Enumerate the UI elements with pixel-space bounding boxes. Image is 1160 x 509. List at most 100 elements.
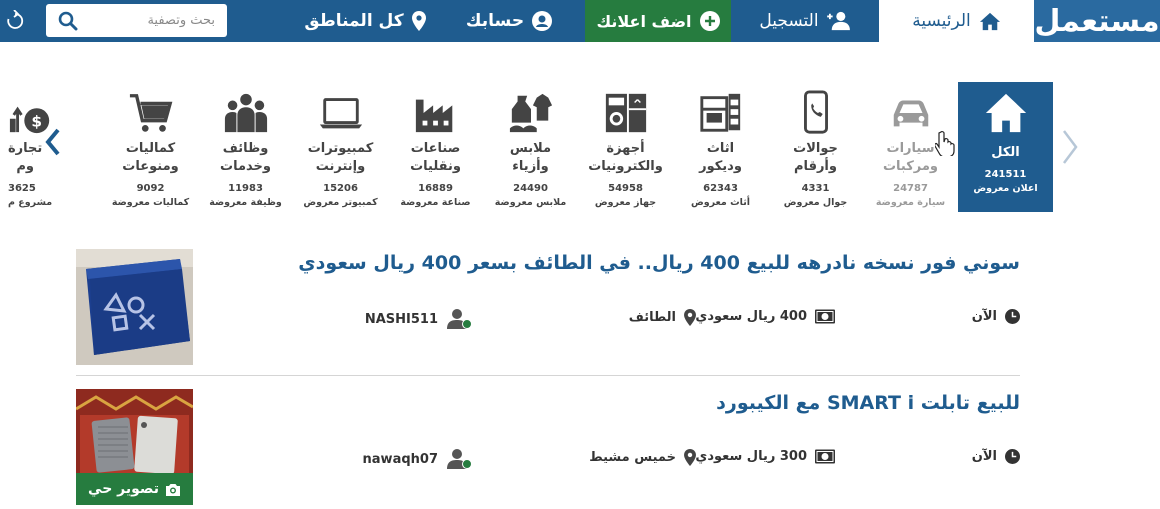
appliances-icon bbox=[605, 93, 646, 133]
category-name-part: وديكور bbox=[699, 159, 742, 174]
category-industry[interactable]: صناعات ونقليات 16889 صناعة معروضة bbox=[388, 82, 483, 212]
factory-icon bbox=[415, 99, 452, 133]
location-pin-icon bbox=[684, 309, 696, 326]
category-phones[interactable]: جوالات وأرقام 4331 جوال معروض bbox=[768, 82, 863, 212]
listing-user[interactable]: nawaqh07 bbox=[363, 449, 472, 469]
listing-item[interactable]: سوني فور نسخه نادرهه للبيع 400 ريال.. في… bbox=[76, 249, 1020, 376]
nav-account[interactable]: حسابك bbox=[454, 0, 564, 42]
nav-home[interactable]: الرئيسية bbox=[879, 0, 1034, 42]
live-photo-label: تصوير حي bbox=[88, 481, 159, 497]
location-pin-icon bbox=[684, 449, 696, 466]
listing-city-text: الطائف bbox=[628, 310, 676, 325]
search-box bbox=[46, 4, 227, 37]
category-count: 54958 bbox=[608, 183, 643, 194]
live-photo-badge: تصوير حي bbox=[76, 473, 193, 505]
nav-regions[interactable]: كل المناطق bbox=[296, 0, 434, 42]
category-clothes[interactable]: ملابس وأزياء 24490 ملابس معروضة bbox=[483, 82, 578, 212]
category-name-part: وأرقام bbox=[794, 159, 837, 174]
category-all[interactable]: الكل 241511 اعلان معروض bbox=[958, 82, 1053, 212]
listing-thumbnail[interactable] bbox=[76, 249, 193, 365]
listing-user[interactable]: NASHI511 bbox=[365, 309, 472, 329]
cart-icon bbox=[129, 94, 172, 132]
category-accessories[interactable]: كماليات ومنوعات 9092 كماليات معروضة bbox=[103, 82, 198, 212]
category-name: تجارة وم bbox=[8, 140, 42, 176]
category-name: جوالات وأرقام bbox=[793, 140, 838, 176]
category-name: وظائف وخدمات bbox=[220, 140, 271, 176]
listing-title[interactable]: سوني فور نسخه نادرهه للبيع 400 ريال.. في… bbox=[298, 252, 1020, 274]
listing-item[interactable]: للبيع تابلت SMART i مع الكيبورد الآن 300… bbox=[76, 389, 1020, 507]
category-name-part: وخدمات bbox=[220, 159, 271, 174]
category-jobs[interactable]: وظائف وخدمات 11983 وظيفة معروضة bbox=[198, 82, 293, 212]
listing-title[interactable]: للبيع تابلت SMART i مع الكيبورد bbox=[716, 392, 1020, 414]
category-computers[interactable]: كمبيوترات وإنترنت 15206 كمبيوتر معروض bbox=[293, 82, 388, 212]
listing-city-text: خميس مشيط bbox=[589, 450, 676, 465]
listing-time: الآن bbox=[972, 449, 1020, 464]
add-ad-button[interactable]: اضف اعلانك bbox=[585, 0, 731, 42]
category-count: 4331 bbox=[801, 183, 830, 194]
user-online-icon bbox=[447, 309, 472, 329]
home-icon bbox=[985, 93, 1026, 133]
category-name-part: والكترونيات bbox=[588, 159, 663, 174]
category-sub: اعلان معروض bbox=[973, 183, 1038, 194]
category-name-part: وإنترنت bbox=[315, 159, 366, 174]
location-pin-icon bbox=[411, 11, 426, 31]
category-sub: مشروع م bbox=[8, 197, 53, 208]
listing-time: الآن bbox=[972, 309, 1020, 324]
listing-city[interactable]: الطائف bbox=[629, 309, 696, 326]
refresh-icon[interactable] bbox=[5, 10, 25, 32]
category-sub: ملابس معروضة bbox=[494, 197, 567, 208]
category-name-part: اثاث bbox=[706, 141, 735, 156]
category-count: 9092 bbox=[136, 183, 165, 194]
category-furniture[interactable]: اثاث وديكور 62343 أثاث معروض bbox=[673, 82, 768, 212]
category-name-part: صناعات bbox=[410, 141, 461, 156]
category-name: كمبيوترات وإنترنت bbox=[308, 140, 374, 176]
money-bill-icon bbox=[815, 449, 835, 464]
category-name-part: كمبيوترات bbox=[307, 141, 374, 156]
category-count: 15206 bbox=[323, 183, 358, 194]
category-name-part: كماليات bbox=[125, 141, 176, 156]
category-count: 11983 bbox=[228, 183, 263, 194]
search-icon[interactable] bbox=[58, 11, 78, 31]
category-count: 62343 bbox=[703, 183, 738, 194]
nav-register[interactable]: التسجيل bbox=[731, 0, 879, 42]
top-navbar: مستعمل الرئيسية التسجيل اضف اعلانك حسابك… bbox=[0, 0, 1160, 42]
category-name-part: ملابس bbox=[509, 141, 552, 156]
clothes-icon bbox=[509, 93, 552, 133]
category-sub: وظيفة معروضة bbox=[209, 197, 282, 208]
category-sub: صناعة معروضة bbox=[400, 197, 471, 208]
hand-cursor-icon bbox=[935, 130, 955, 156]
category-name-part: تجارة bbox=[8, 141, 43, 156]
search-input[interactable] bbox=[87, 4, 227, 37]
nav-regions-label: كل المناطق bbox=[304, 11, 404, 31]
plus-circle-icon bbox=[699, 11, 720, 31]
category-name-part: وظائف bbox=[222, 141, 269, 156]
nav-register-label: التسجيل bbox=[759, 11, 819, 31]
laptop-icon bbox=[319, 98, 362, 129]
listing-thumbnail[interactable]: تصوير حي bbox=[76, 389, 193, 505]
category-name: اثاث وديكور bbox=[699, 140, 742, 176]
phone-icon bbox=[803, 90, 828, 134]
chevron-right-icon[interactable] bbox=[1058, 127, 1080, 167]
category-name: الكل bbox=[991, 145, 1020, 160]
camera-icon bbox=[165, 483, 180, 496]
category-name-part: جوالات bbox=[793, 141, 838, 156]
chevron-left-icon[interactable] bbox=[42, 122, 64, 162]
listing-price-text: 400 ريال سعودي bbox=[695, 309, 807, 324]
category-sub: جوال معروض bbox=[783, 197, 848, 208]
ps4-photo-image bbox=[76, 249, 193, 365]
furniture-icon bbox=[699, 93, 740, 132]
listing-price: 400 ريال سعودي bbox=[695, 309, 835, 324]
listing-user-text: NASHI511 bbox=[364, 311, 438, 327]
category-name-line1: سيارات ومركبات bbox=[883, 140, 938, 176]
category-name: ملابس وأزياء bbox=[510, 140, 551, 176]
category-count: 24787 bbox=[893, 183, 928, 194]
car-icon bbox=[893, 100, 928, 127]
listing-city[interactable]: خميس مشيط bbox=[589, 449, 696, 466]
site-logo[interactable]: مستعمل bbox=[1034, 0, 1160, 42]
category-appliances[interactable]: أجهزة والكترونيات 54958 جهاز معروض bbox=[578, 82, 673, 212]
categories-strip: الكل 241511 اعلان معروض سيارات ومركبات 24… bbox=[0, 82, 1160, 212]
category-count: 16889 bbox=[418, 183, 453, 194]
category-sub: كمبيوتر معروض bbox=[303, 197, 378, 208]
nav-home-label: الرئيسية bbox=[912, 11, 971, 31]
add-ad-label: اضف اعلانك bbox=[596, 11, 692, 31]
